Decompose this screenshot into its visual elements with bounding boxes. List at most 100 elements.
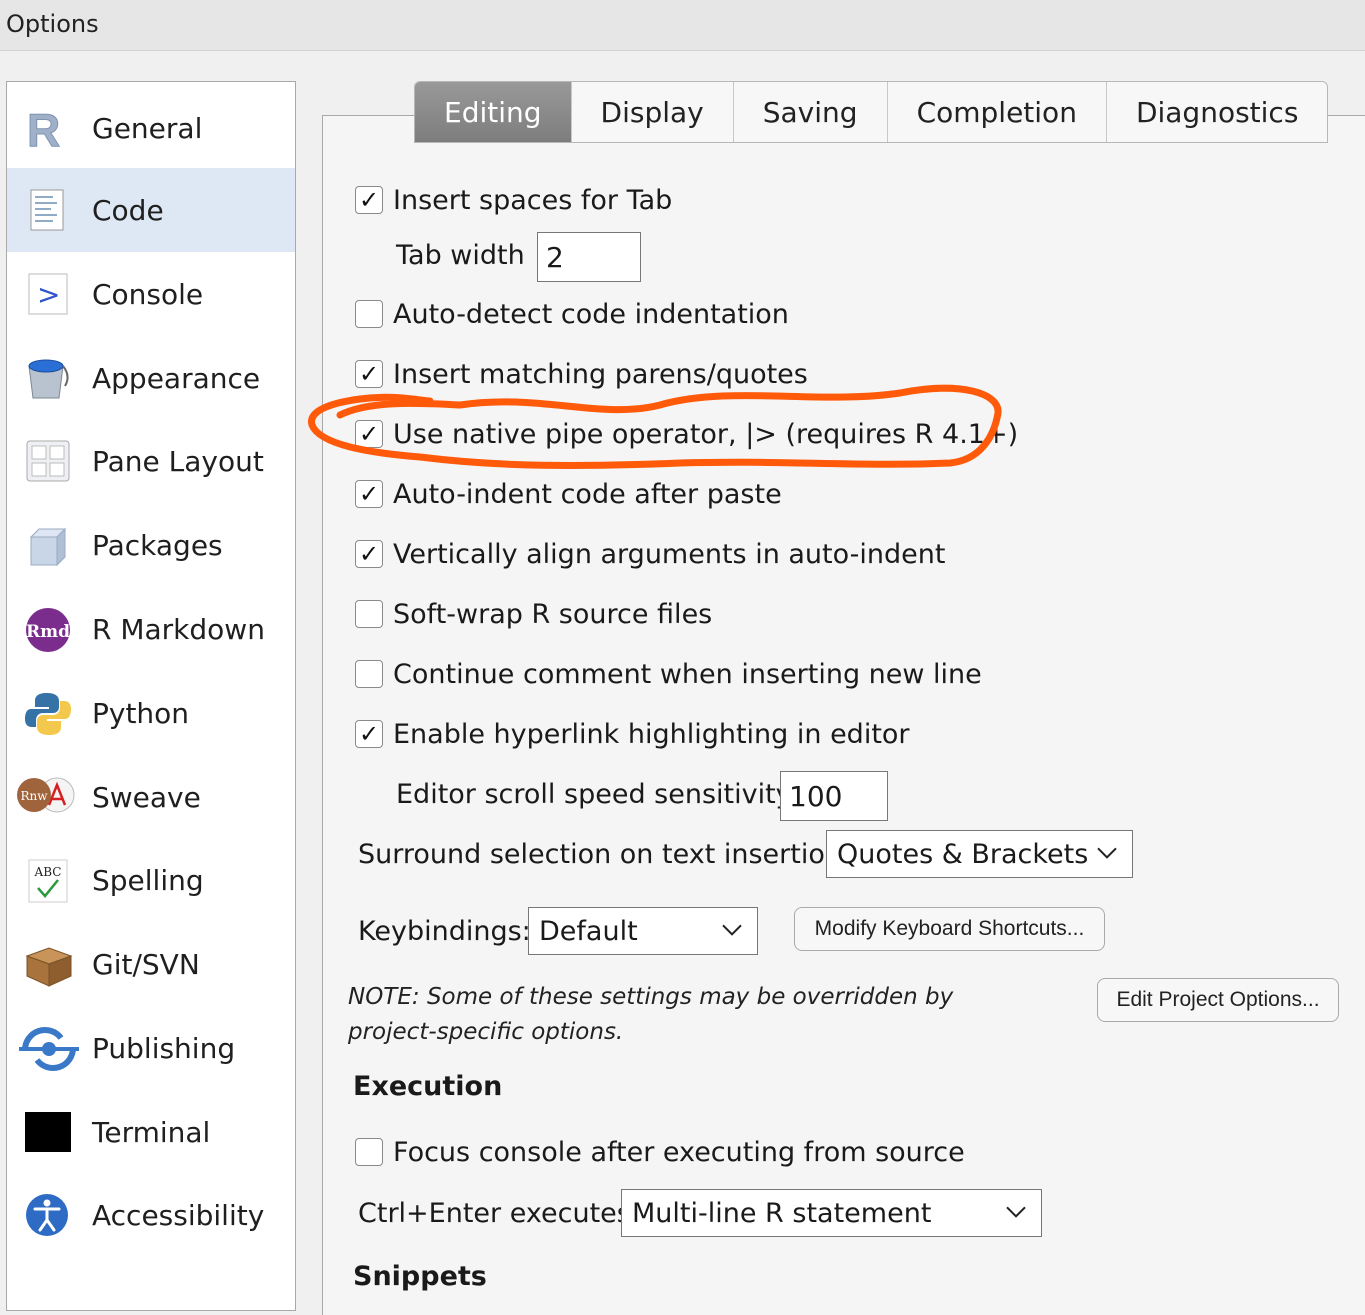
sidebar-item-git-svn[interactable]: Git/SVN xyxy=(7,922,295,1006)
box-icon xyxy=(23,942,73,988)
sidebar-item-label: Appearance xyxy=(92,362,261,395)
sidebar-item-label: Publishing xyxy=(92,1032,236,1065)
continue-comment-label: Continue comment when inserting new line xyxy=(393,658,982,690)
soft-wrap-label: Soft-wrap R source files xyxy=(393,598,713,630)
ctrl-enter-label: Ctrl+Enter executes: xyxy=(358,1198,640,1229)
options-sidebar: R General Code > Console Appearance Pane… xyxy=(6,81,296,1311)
tab-diagnostics[interactable]: Diagnostics xyxy=(1106,82,1328,142)
auto-indent-paste-label: Auto-indent code after paste xyxy=(393,478,782,510)
sidebar-item-label: Terminal xyxy=(92,1116,211,1149)
ctrl-enter-select[interactable]: Multi-line R statement xyxy=(621,1189,1042,1237)
sidebar-item-label: Pane Layout xyxy=(92,445,264,478)
continue-comment-option: Continue comment when inserting new line xyxy=(355,654,982,694)
snippets-heading: Snippets xyxy=(353,1261,487,1292)
focus-console-option: Focus console after executing from sourc… xyxy=(355,1132,965,1172)
continue-comment-checkbox[interactable] xyxy=(355,660,383,688)
sidebar-item-label: Spelling xyxy=(92,864,204,897)
sidebar-item-label: R Markdown xyxy=(92,613,265,646)
chevron-down-icon xyxy=(1097,847,1117,859)
tab-completion[interactable]: Completion xyxy=(887,82,1107,142)
auto-indent-paste-option: ✓ Auto-indent code after paste xyxy=(355,474,782,514)
scroll-speed-label: Editor scroll speed sensitivity xyxy=(396,779,792,810)
rmd-icon: Rmd xyxy=(23,607,73,653)
sidebar-item-pane-layout[interactable]: Pane Layout xyxy=(7,419,295,503)
sidebar-item-spelling[interactable]: ABC Spelling xyxy=(7,838,295,922)
auto-detect-option: Auto-detect code indentation xyxy=(355,294,789,334)
console-prompt-glyph: > xyxy=(37,278,60,311)
native-pipe-label: Use native pipe operator, |> (requires R… xyxy=(393,418,1019,450)
sidebar-item-label: Code xyxy=(92,194,164,227)
tab-saving[interactable]: Saving xyxy=(733,82,888,142)
sidebar-item-general[interactable]: R General xyxy=(7,86,295,170)
matching-parens-checkbox[interactable]: ✓ xyxy=(355,360,383,388)
paint-bucket-icon xyxy=(23,356,73,402)
keybindings-label: Keybindings: xyxy=(358,916,531,947)
tab-width-input[interactable]: 2 xyxy=(537,232,641,282)
publishing-icon xyxy=(17,1026,81,1072)
chevron-down-icon xyxy=(722,924,742,936)
spelling-icon-text: ABC xyxy=(34,865,62,879)
sweave-icon: Rnw xyxy=(15,775,79,821)
keybindings-select[interactable]: Default xyxy=(528,907,758,955)
accessibility-icon xyxy=(23,1193,73,1239)
auto-indent-paste-checkbox[interactable]: ✓ xyxy=(355,480,383,508)
chevron-down-icon xyxy=(1006,1206,1026,1218)
execution-heading: Execution xyxy=(353,1071,503,1102)
focus-console-checkbox[interactable] xyxy=(355,1138,383,1166)
sidebar-item-label: Git/SVN xyxy=(92,948,200,981)
spelling-icon: ABC xyxy=(23,858,73,904)
auto-detect-checkbox[interactable] xyxy=(355,300,383,328)
sidebar-item-terminal[interactable]: Terminal xyxy=(7,1090,295,1174)
native-pipe-checkbox[interactable]: ✓ xyxy=(355,420,383,448)
keybindings-value: Default xyxy=(539,915,638,947)
soft-wrap-option: Soft-wrap R source files xyxy=(355,594,712,634)
ctrl-enter-value: Multi-line R statement xyxy=(632,1197,932,1229)
soft-wrap-checkbox[interactable] xyxy=(355,600,383,628)
terminal-icon xyxy=(23,1110,73,1156)
rnw-icon-text: Rnw xyxy=(20,789,48,803)
sidebar-item-accessibility[interactable]: Accessibility xyxy=(7,1173,295,1257)
tab-display[interactable]: Display xyxy=(571,82,734,142)
hyperlink-option: ✓ Enable hyperlink highlighting in edito… xyxy=(355,714,910,754)
vertical-align-label: Vertically align arguments in auto-inden… xyxy=(393,538,946,570)
code-file-icon xyxy=(23,188,73,234)
svg-text:R: R xyxy=(27,106,60,152)
sidebar-item-publishing[interactable]: Publishing xyxy=(7,1006,295,1090)
sidebar-item-label: Accessibility xyxy=(92,1199,265,1232)
tab-bar: Editing Display Saving Completion Diagno… xyxy=(414,81,1329,143)
vertical-align-checkbox[interactable]: ✓ xyxy=(355,540,383,568)
surround-selection-label: Surround selection on text insertion: xyxy=(358,839,852,870)
package-cube-icon xyxy=(23,523,73,569)
insert-spaces-option: ✓ Insert spaces for Tab xyxy=(355,180,672,220)
sidebar-item-appearance[interactable]: Appearance xyxy=(7,336,295,420)
sidebar-item-sweave[interactable]: Rnw Sweave xyxy=(7,755,295,839)
native-pipe-option: ✓ Use native pipe operator, |> (requires… xyxy=(355,414,1018,454)
hyperlink-checkbox[interactable]: ✓ xyxy=(355,720,383,748)
focus-console-label: Focus console after executing from sourc… xyxy=(393,1136,965,1168)
tab-editing[interactable]: Editing xyxy=(415,82,572,142)
sidebar-item-r-markdown[interactable]: Rmd R Markdown xyxy=(7,587,295,671)
sidebar-item-code[interactable]: Code xyxy=(7,168,295,252)
sidebar-item-label: General xyxy=(92,112,203,145)
scroll-speed-input[interactable]: 100 xyxy=(780,771,888,821)
sidebar-item-console[interactable]: > Console xyxy=(7,252,295,336)
auto-detect-label: Auto-detect code indentation xyxy=(393,298,789,330)
window-title: Options xyxy=(6,10,99,38)
surround-selection-value: Quotes & Brackets xyxy=(837,838,1089,870)
rmd-icon-text: Rmd xyxy=(26,622,70,642)
edit-project-options-button[interactable]: Edit Project Options... xyxy=(1097,978,1339,1022)
surround-selection-select[interactable]: Quotes & Brackets xyxy=(826,830,1133,878)
console-prompt-icon: > xyxy=(23,272,73,318)
hyperlink-label: Enable hyperlink highlighting in editor xyxy=(393,718,910,750)
insert-spaces-label: Insert spaces for Tab xyxy=(393,184,673,216)
python-icon xyxy=(23,691,73,737)
modify-keyboard-shortcuts-button[interactable]: Modify Keyboard Shortcuts... xyxy=(794,907,1105,951)
pane-grid-icon xyxy=(23,439,73,485)
insert-spaces-checkbox[interactable]: ✓ xyxy=(355,186,383,214)
sidebar-item-label: Sweave xyxy=(92,781,201,814)
sidebar-item-label: Python xyxy=(92,697,190,730)
sidebar-item-packages[interactable]: Packages xyxy=(7,503,295,587)
sidebar-item-label: Console xyxy=(92,278,204,311)
window-titlebar: Options xyxy=(0,0,1365,51)
sidebar-item-python[interactable]: Python xyxy=(7,671,295,755)
